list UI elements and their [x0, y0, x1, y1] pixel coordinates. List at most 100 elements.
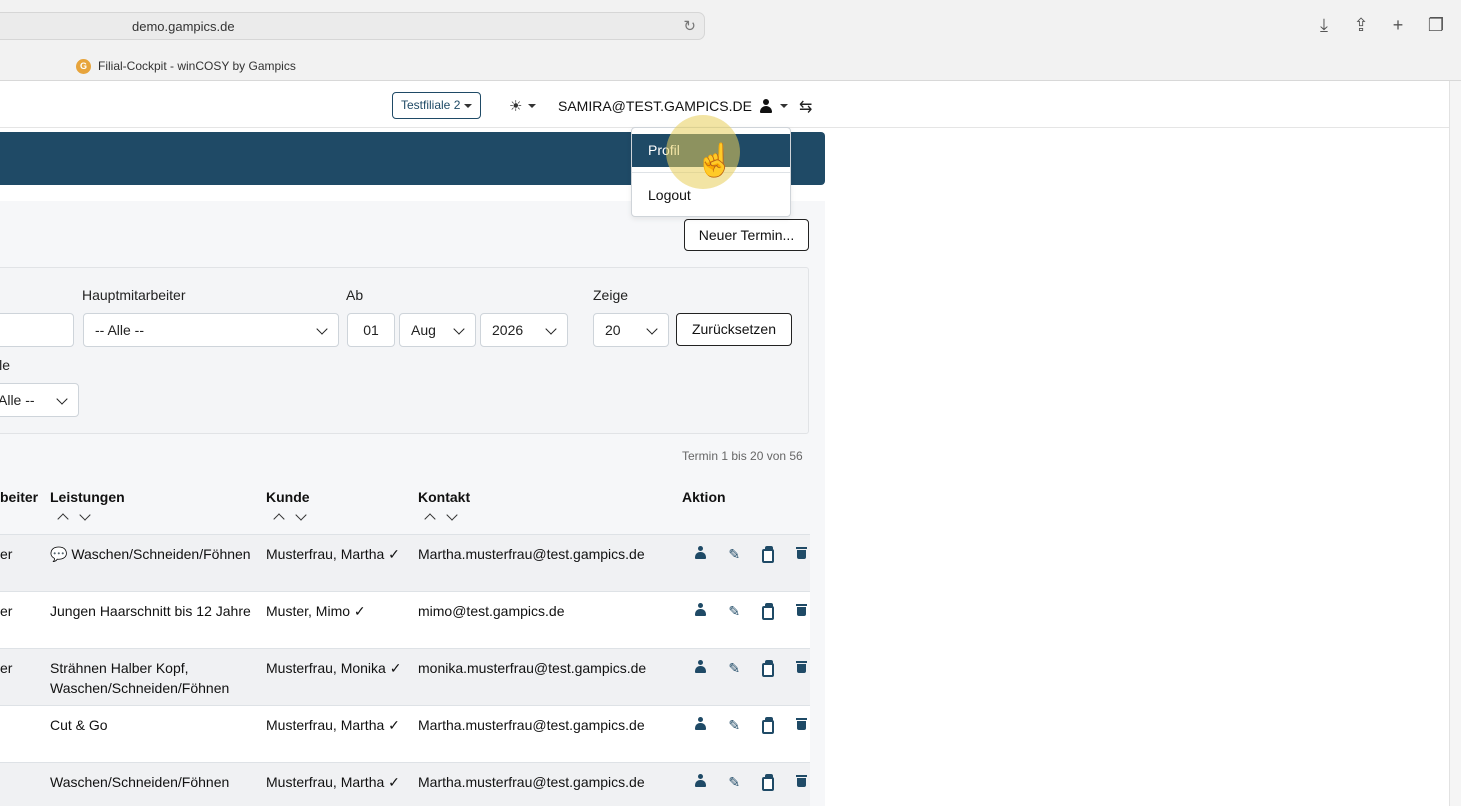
delete-button[interactable] [785, 717, 819, 734]
month-select[interactable]: Aug [399, 313, 476, 347]
browser-tab[interactable]: G Filial-Cockpit - winCOSY by Gampics [76, 57, 296, 75]
page-scrollbar[interactable] [1449, 81, 1461, 806]
row-leistungen: 💬 Waschen/Schneiden/Föhnen [50, 546, 251, 562]
trash-icon [795, 717, 807, 730]
ab-label: Ab [346, 287, 364, 303]
zeige-label: Zeige [593, 287, 629, 303]
pencil-icon: ✎ [728, 717, 741, 733]
row-actions: ✎ [684, 717, 818, 734]
copy-icon [761, 546, 774, 563]
chevron-down-icon [646, 323, 658, 335]
hauptmitarbeiter-select[interactable]: -- Alle -- [83, 313, 339, 347]
branch-selector-button[interactable]: Testfiliale 2 [392, 92, 482, 119]
sort-desc-icon[interactable] [79, 509, 91, 521]
copy-button[interactable] [751, 603, 785, 620]
row-kunde: Musterfrau, Monika ✓ [266, 660, 402, 676]
address-bar[interactable]: demo.gampics.de ↻ [0, 12, 705, 40]
edit-button[interactable]: ✎ [718, 660, 752, 677]
delete-button[interactable] [785, 603, 819, 620]
row-kontakt: Martha.musterfrau@test.gampics.de [418, 546, 645, 562]
header-leistungen: Leistungen [50, 489, 125, 505]
sort-kontakt [424, 509, 458, 525]
day-input[interactable]: 01 [347, 313, 395, 347]
reload-icon[interactable]: ↻ [683, 17, 696, 35]
table-row: er 💬 Waschen/Schneiden/Föhnen Musterfrau… [0, 534, 810, 591]
view-customer-button[interactable] [684, 546, 718, 563]
caret-down-icon [464, 103, 473, 108]
theme-toggle-button[interactable]: ☀ [509, 97, 537, 115]
copy-button[interactable] [751, 546, 785, 563]
copy-icon [761, 603, 774, 620]
view-customer-button[interactable] [684, 774, 718, 791]
download-icon[interactable]: ⤓ [1312, 13, 1336, 37]
trash-icon [795, 774, 807, 787]
edit-button[interactable]: ✎ [718, 774, 752, 791]
row-kontakt: monika.musterfrau@test.gampics.de [418, 660, 647, 676]
pencil-icon: ✎ [728, 546, 741, 562]
partial-filter-input[interactable] [0, 313, 74, 347]
trash-icon [795, 603, 807, 616]
page-viewport: Testfiliale 2 ☀ SAMIRA@TEST.GAMPICS.DE ⇆… [0, 81, 1461, 806]
copy-button[interactable] [751, 660, 785, 677]
hauptmitarbeiter-value: -- Alle -- [95, 322, 144, 338]
switch-arrows-icon[interactable]: ⇆ [799, 97, 812, 117]
row-leistungen: Cut & Go [50, 717, 108, 733]
copy-button[interactable] [751, 774, 785, 791]
table-row: Cut & Go Musterfrau, Martha ✓ Martha.mus… [0, 705, 810, 762]
share-icon[interactable]: ⇪ [1349, 13, 1373, 37]
sort-asc-icon[interactable] [424, 513, 436, 525]
copy-icon [761, 774, 774, 791]
caret-down-icon [779, 104, 788, 108]
sort-desc-icon[interactable] [295, 509, 307, 521]
page-size-value: 20 [605, 322, 621, 338]
new-tab-icon[interactable]: + [1386, 13, 1410, 37]
sort-desc-icon[interactable] [446, 509, 458, 521]
chevron-down-icon [545, 323, 557, 335]
row-kunde: Musterfrau, Martha ✓ [266, 717, 400, 733]
edit-button[interactable]: ✎ [718, 603, 752, 620]
edit-button[interactable]: ✎ [718, 717, 752, 734]
row-actions: ✎ [684, 660, 818, 677]
page-size-select[interactable]: 20 [593, 313, 669, 347]
day-value: 01 [363, 322, 379, 338]
tab-overview-icon[interactable]: ❐ [1424, 13, 1448, 37]
trash-icon [795, 546, 807, 559]
sort-leistungen [57, 509, 91, 525]
row-actions: ✎ [684, 603, 818, 620]
new-appointment-button[interactable]: Neuer Termin... [684, 219, 809, 251]
view-customer-button[interactable] [684, 660, 718, 677]
reset-button[interactable]: Zurücksetzen [676, 313, 792, 346]
pencil-icon: ✎ [728, 660, 741, 676]
row-kontakt: Martha.musterfrau@test.gampics.de [418, 774, 645, 790]
view-customer-button[interactable] [684, 603, 718, 620]
sort-asc-icon[interactable] [273, 513, 285, 525]
partial-filter-select[interactable]: Alle -- [0, 383, 79, 417]
table-row: er Strähnen Halber Kopf, Waschen/Schneid… [0, 648, 810, 705]
sun-icon: ☀ [509, 98, 523, 115]
person-icon [695, 774, 707, 787]
person-icon [695, 717, 707, 730]
chevron-down-icon [453, 323, 465, 335]
user-menu-button[interactable]: SAMIRA@TEST.GAMPICS.DE [558, 98, 788, 114]
person-icon [695, 603, 707, 616]
row-kunde: Musterfrau, Martha ✓ [266, 546, 400, 562]
copy-button[interactable] [751, 717, 785, 734]
delete-button[interactable] [785, 774, 819, 791]
view-customer-button[interactable] [684, 717, 718, 734]
delete-button[interactable] [785, 546, 819, 563]
header-aktion: Aktion [682, 489, 726, 505]
year-select[interactable]: 2026 [480, 313, 568, 347]
copy-icon [761, 660, 774, 677]
header-kunde: Kunde [266, 489, 310, 505]
edit-button[interactable]: ✎ [718, 546, 752, 563]
row-mitarbeiter: er [0, 660, 13, 676]
row-kunde: Muster, Mimo ✓ [266, 603, 366, 619]
sort-kunde [273, 509, 307, 525]
tab-title: Filial-Cockpit - winCOSY by Gampics [98, 59, 296, 73]
chevron-down-icon [316, 323, 328, 335]
pencil-icon: ✎ [728, 603, 741, 619]
sort-asc-icon[interactable] [57, 513, 69, 525]
year-value: 2026 [492, 322, 524, 338]
header-mitarbeiter: beiter [0, 489, 39, 505]
delete-button[interactable] [785, 660, 819, 677]
